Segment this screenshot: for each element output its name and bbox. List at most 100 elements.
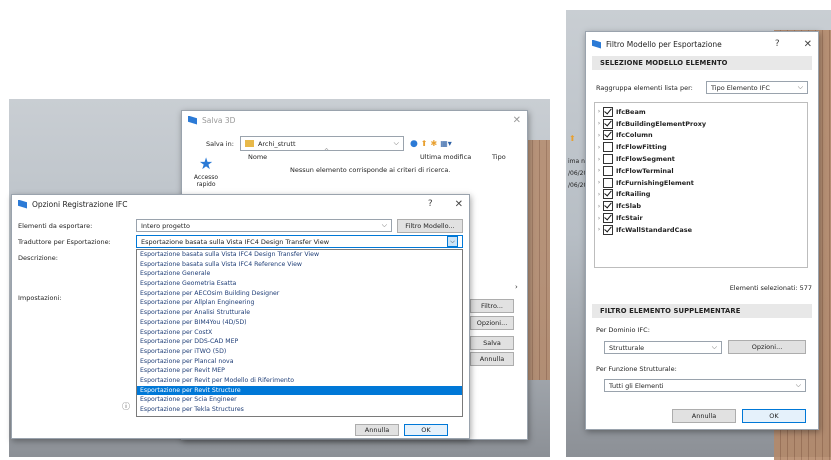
tree-item-checkbox[interactable] xyxy=(603,165,613,176)
expand-arrow-icon[interactable]: › xyxy=(595,108,603,115)
cancel-button[interactable]: Annulla xyxy=(470,352,514,366)
up-folder-icon[interactable]: ⬆ xyxy=(421,139,428,148)
ifc-dialog-title: Opzioni Registrazione IFC xyxy=(32,199,128,209)
translator-option[interactable]: Esportazione basata sulla Vista IFC4 Des… xyxy=(137,250,462,260)
translator-option[interactable]: Esportazione per Revit MEP xyxy=(137,366,462,376)
help-icon[interactable]: ? xyxy=(775,39,780,49)
cancel-button[interactable]: Annulla xyxy=(672,409,736,423)
translator-label: Traduttore per Esportazione: xyxy=(18,238,111,246)
translator-option[interactable]: Esportazione per Allplan Engineering xyxy=(137,298,462,308)
tree-item[interactable]: › IfcWallStandardCase xyxy=(595,224,807,236)
tree-item[interactable]: › IfcFlowTerminal xyxy=(595,165,807,177)
tree-item-label: IfcFlowSegment xyxy=(616,155,675,164)
tree-item-checkbox[interactable] xyxy=(603,201,613,212)
quick-access-label: Accesso rapido xyxy=(193,174,219,188)
group-by-label: Raggruppa elementi lista per: xyxy=(596,84,693,92)
app-icon xyxy=(188,115,197,125)
chevron-down-icon: ⌵ xyxy=(447,236,458,247)
translator-option[interactable]: Esportazione per AECOsim Building Design… xyxy=(137,289,462,299)
translator-option[interactable]: Esportazione per Tekla Structures xyxy=(137,405,462,415)
tree-item-label: IfcBuildingElementProxy xyxy=(616,119,707,128)
back-icon[interactable]: ● xyxy=(410,139,418,149)
tree-item[interactable]: › IfcFlowFitting xyxy=(595,141,807,153)
new-folder-icon[interactable]: ✱ xyxy=(431,139,438,148)
ifc-options-dialog: Opzioni Registrazione IFC ? ✕ Elementi d… xyxy=(11,194,470,439)
expand-arrow-icon[interactable]: › xyxy=(595,191,603,198)
tree-item[interactable]: › IfcStair xyxy=(595,212,807,224)
domain-select[interactable]: Strutturale ⌵ xyxy=(604,341,722,354)
translator-option[interactable]: Esportazione per Scia Engineer xyxy=(137,395,462,405)
domain-value: Strutturale xyxy=(609,343,645,352)
tree-item-checkbox[interactable] xyxy=(603,224,613,235)
translator-option[interactable]: Esportazione per CostX xyxy=(137,328,462,338)
filter-model-button[interactable]: Filtro Modello... xyxy=(397,219,463,233)
tree-item-checkbox[interactable] xyxy=(603,189,613,200)
expand-arrow-icon[interactable]: › xyxy=(595,215,603,222)
options-button[interactable]: Opzioni... xyxy=(470,316,514,330)
close-icon[interactable]: ✕ xyxy=(513,115,521,126)
tree-item[interactable]: › IfcBuildingElementProxy xyxy=(595,118,807,130)
tree-item-checkbox[interactable] xyxy=(603,106,613,117)
help-icon[interactable]: ? xyxy=(428,199,433,209)
expand-arrow-icon[interactable]: › xyxy=(595,167,603,174)
translator-option[interactable]: Esportazione per Plancal nova xyxy=(137,357,462,367)
ok-button[interactable]: OK xyxy=(742,409,806,423)
tree-item[interactable]: › IfcSlab xyxy=(595,200,807,212)
translator-option[interactable]: Esportazione per Analisi Strutturale xyxy=(137,308,462,318)
close-icon[interactable]: ✕ xyxy=(455,199,463,210)
scroll-right-icon[interactable]: › xyxy=(515,283,518,291)
domain-options-button[interactable]: Opzioni... xyxy=(728,340,806,354)
chevron-down-icon: ⌵ xyxy=(381,221,387,229)
expand-arrow-icon[interactable]: › xyxy=(595,156,603,163)
ok-button[interactable]: OK xyxy=(404,424,448,436)
quick-access[interactable]: ★ Accesso rapido xyxy=(184,156,228,189)
save-dialog-title: Salva 3D xyxy=(202,115,236,125)
expand-arrow-icon[interactable]: › xyxy=(595,203,603,210)
expand-arrow-icon[interactable]: › xyxy=(595,120,603,127)
translator-option[interactable]: Esportazione per DDS-CAD MEP xyxy=(137,337,462,347)
save-in-select[interactable]: Archi_strutt ⌵ xyxy=(239,136,404,151)
tree-item-label: IfcFlowTerminal xyxy=(616,166,674,175)
cancel-button[interactable]: Annulla xyxy=(355,424,399,436)
translator-option[interactable]: Esportazione per iTWO (5D) xyxy=(137,347,462,357)
translator-option[interactable]: Esportazione Geometria Esatta xyxy=(137,279,462,289)
tree-item-checkbox[interactable] xyxy=(603,130,613,141)
translator-select[interactable]: Esportazione basata sulla Vista IFC4 Des… xyxy=(136,235,463,248)
tree-item-checkbox[interactable] xyxy=(603,142,613,153)
function-select[interactable]: Tutti gli Elementi ⌵ xyxy=(604,379,806,392)
translator-option[interactable]: Esportazione per Revit Structure xyxy=(137,385,462,396)
tree-item-checkbox[interactable] xyxy=(603,177,613,188)
save-in-label: Salva in: xyxy=(206,139,234,148)
description-label: Descrizione: xyxy=(18,254,58,262)
tree-item[interactable]: › IfcRailing xyxy=(595,189,807,201)
col-name-header[interactable]: Nome xyxy=(248,153,267,161)
tree-item[interactable]: › IfcFlowSegment xyxy=(595,153,807,165)
expand-arrow-icon[interactable]: › xyxy=(595,226,603,233)
view-menu-icon[interactable]: ▦▾ xyxy=(440,139,452,148)
expand-arrow-icon[interactable]: › xyxy=(595,179,603,186)
translator-option[interactable]: Esportazione per Revit per Modello di Ri… xyxy=(137,376,462,386)
col-type-header[interactable]: Tipo xyxy=(492,153,506,161)
save-button[interactable]: Salva xyxy=(470,336,514,350)
close-icon[interactable]: ✕ xyxy=(804,39,812,50)
tree-item[interactable]: › IfcBeam xyxy=(595,106,807,118)
elements-select[interactable]: Intero progetto ⌵ xyxy=(136,219,392,232)
tree-item[interactable]: › IfcColumn xyxy=(595,130,807,142)
translator-option[interactable]: Esportazione Generale xyxy=(137,269,462,279)
group-by-select[interactable]: Tipo Elemento IFC ⌵ xyxy=(706,81,808,94)
tree-item-checkbox[interactable] xyxy=(603,118,613,129)
info-icon[interactable]: ⓘ xyxy=(122,401,130,412)
element-tree: › IfcBeam › IfcBuildingElementProxy › IfcColu… xyxy=(594,102,808,268)
translator-option[interactable]: Esportazione basata sulla Vista IFC4 Ref… xyxy=(137,260,462,270)
col-modified-header[interactable]: Ultima modifica xyxy=(420,153,471,161)
chevron-down-icon: ⌵ xyxy=(795,381,801,389)
expand-arrow-icon[interactable]: › xyxy=(595,132,603,139)
filter-button[interactable]: Filtro... xyxy=(470,299,514,313)
translator-option[interactable]: Esportazione per BIM4You (4D/5D) xyxy=(137,318,462,328)
elements-value: Intero progetto xyxy=(141,221,190,230)
tree-item-checkbox[interactable] xyxy=(603,213,613,224)
tree-item-label: IfcColumn xyxy=(616,131,653,140)
tree-item-checkbox[interactable] xyxy=(603,154,613,165)
tree-item[interactable]: › IfcFurnishingElement xyxy=(595,177,807,189)
expand-arrow-icon[interactable]: › xyxy=(595,144,603,151)
